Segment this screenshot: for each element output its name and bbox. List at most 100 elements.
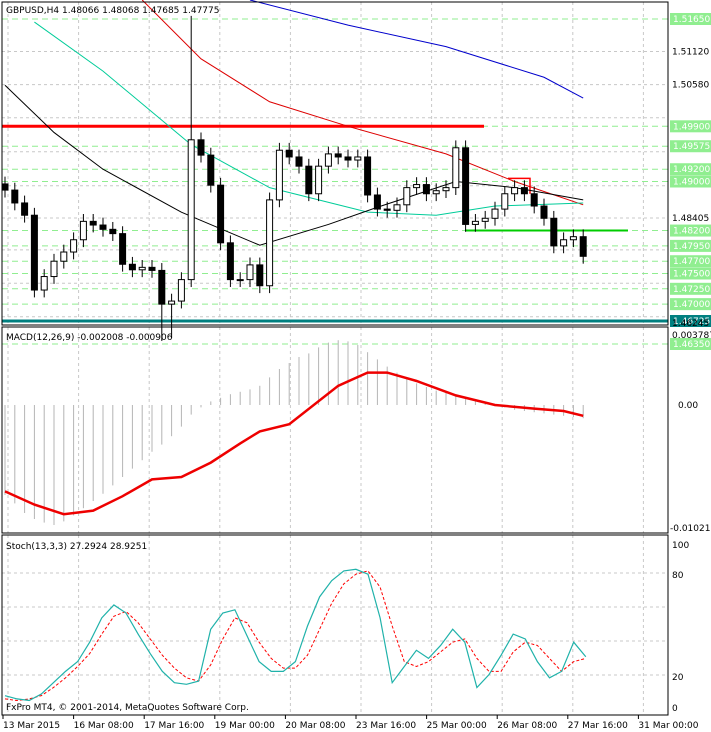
price-level-label: 1.49900 <box>673 122 710 132</box>
time-label: 26 Mar 08:00 <box>497 721 557 731</box>
candle-bear <box>550 217 558 247</box>
chart-header: GBPUSD,H4 1.48066 1.48068 1.47685 1.4777… <box>6 6 219 16</box>
candle-bull <box>569 236 577 241</box>
candle-bull <box>511 187 519 195</box>
stoch-tick-20: 20 <box>672 673 684 683</box>
candle-bull <box>471 220 479 225</box>
stoch-tick-0: 0 <box>672 704 678 714</box>
macd-min-label: -0.010213 <box>670 524 711 534</box>
candle-bear <box>89 220 97 226</box>
price-level-label: 1.47500 <box>673 269 710 279</box>
candle-bear <box>422 184 430 195</box>
stoch-title: Stoch(13,3,3) 27.2924 28.9251 <box>6 542 147 552</box>
price-label: 1.48405 <box>672 214 709 224</box>
candle-bear <box>462 147 470 225</box>
candle-bull <box>452 147 460 189</box>
candle-bear <box>285 149 293 158</box>
candle-bear <box>373 194 381 210</box>
price-label: 1.50580 <box>672 81 709 91</box>
candle-bull <box>491 208 499 219</box>
time-label: 25 Mar 00:00 <box>427 721 487 731</box>
candle-bull <box>138 266 146 271</box>
candle-bear <box>530 193 538 207</box>
candle-bull <box>403 187 411 206</box>
time-label: 16 Mar 08:00 <box>74 721 134 731</box>
candle-bull <box>501 193 509 210</box>
price-axis: 1.51120 1.50580 1.48405 1.51650 1.49900 1.495… <box>669 0 711 732</box>
candle-bull <box>50 260 58 278</box>
candle-bear <box>256 264 264 287</box>
price-level-label: 1.49575 <box>673 142 710 152</box>
candle-bull <box>442 187 450 192</box>
candle-bear <box>109 228 117 235</box>
price-level-label: 1.49200 <box>673 165 710 175</box>
candle-bear <box>197 139 205 156</box>
candle-bear <box>226 242 234 281</box>
time-label: 23 Mar 16:00 <box>356 721 416 731</box>
price-label: 1.51120 <box>672 47 709 57</box>
macd-zero-label: 0.00 <box>678 401 698 411</box>
time-label: 31 Mar 00:00 <box>638 721 698 731</box>
candle-bull <box>168 300 176 305</box>
macd-max-label: 0.003787 <box>672 331 711 341</box>
candle-bull <box>354 156 362 161</box>
candle-bull <box>60 251 68 262</box>
price-level-label: 1.47250 <box>673 285 710 295</box>
candle-bull <box>560 239 568 247</box>
background <box>0 0 711 732</box>
price-level-label: 1.47700 <box>673 257 710 267</box>
price-level-label: 1.49000 <box>673 177 710 187</box>
candle-bear <box>383 208 391 211</box>
candle-bull <box>79 220 87 241</box>
candle-bull <box>481 217 489 222</box>
price-level-label: 1.48200 <box>673 227 710 237</box>
candle-bull <box>315 165 323 195</box>
candle-bear <box>158 269 166 305</box>
price-level-label: 1.47000 <box>673 300 710 310</box>
candle-bear <box>119 233 127 265</box>
price-label-bottom: 1.46245 <box>672 319 709 329</box>
candle-bear <box>217 184 225 244</box>
candle-bear <box>11 189 19 204</box>
candle-bull <box>70 239 78 253</box>
copyright: FxPro MT4, © 2001-2014, MetaQuotes Softw… <box>6 703 249 713</box>
candle-bull <box>275 149 283 201</box>
candle-bear <box>128 263 136 271</box>
candle-bear <box>364 156 372 196</box>
candle-bull <box>187 139 195 281</box>
candle-bear <box>148 266 156 271</box>
candle-bear <box>334 153 342 158</box>
time-label: 17 Mar 16:00 <box>144 721 204 731</box>
candle-bear <box>540 205 548 219</box>
time-label: 20 Mar 08:00 <box>285 721 345 731</box>
stoch-tick-80: 80 <box>672 571 684 581</box>
candle-bear <box>579 236 587 257</box>
price-level-label: 1.46350 <box>673 340 710 350</box>
candle-bull <box>40 276 48 291</box>
candle-bear <box>1 183 9 191</box>
stoch-tick-100: 100 <box>672 541 689 551</box>
time-label: 27 Mar 16:00 <box>568 721 628 731</box>
time-label: 13 Mar 2015 <box>3 721 60 731</box>
candle-bear <box>207 154 215 186</box>
candle-bear <box>520 187 528 195</box>
candle-bull <box>393 204 401 211</box>
time-label: 19 Mar 00:00 <box>215 721 275 731</box>
axis-background <box>669 0 711 732</box>
candle-bear <box>305 165 313 195</box>
candle-bull <box>413 184 421 189</box>
price-level-label: 1.47950 <box>673 242 710 252</box>
candle-bear <box>99 224 107 230</box>
candle-bull <box>266 199 274 287</box>
price-level-label: 1.51650 <box>673 15 710 25</box>
candle-bull <box>177 279 185 302</box>
trading-chart[interactable]: 1.51120 1.50580 1.48405 1.51650 1.49900 1.495… <box>0 0 711 732</box>
candle-bull <box>324 153 332 167</box>
candle-bull <box>236 279 244 282</box>
candle-bear <box>21 202 29 216</box>
candle-bear <box>30 214 38 291</box>
candle-bear <box>344 156 352 161</box>
candle-bull <box>246 264 254 281</box>
candle-bear <box>295 156 303 167</box>
macd-title: MACD(12,26,9) -0.002008 -0.000906 <box>6 333 173 343</box>
